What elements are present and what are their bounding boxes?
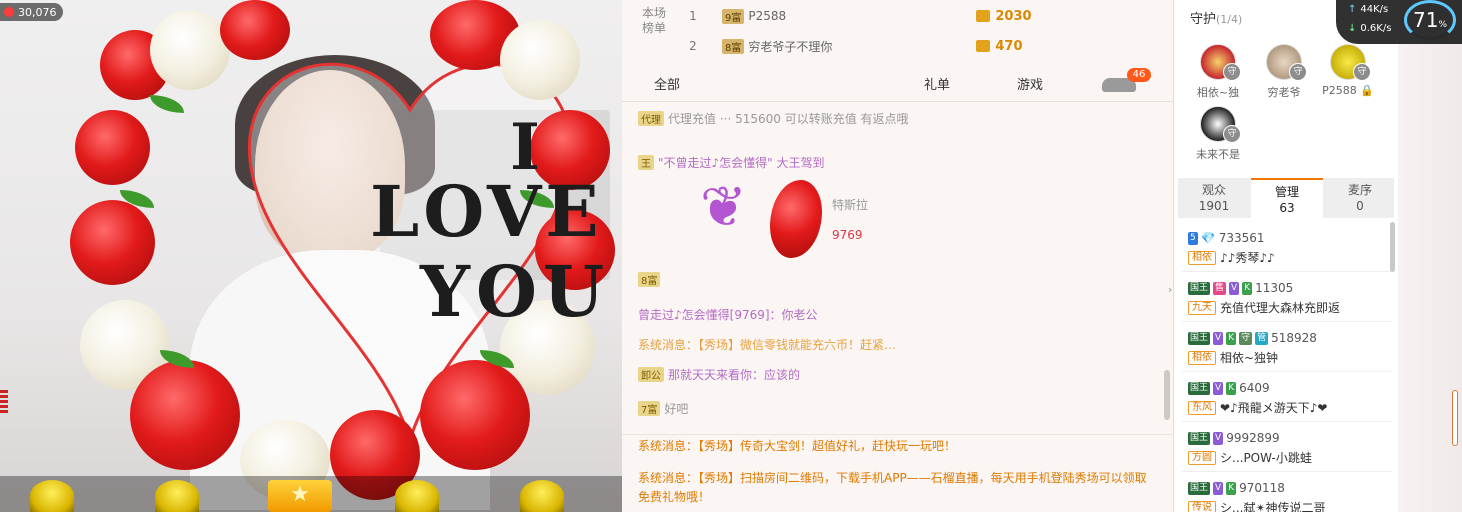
car-count-badge: 46 <box>1127 68 1151 82</box>
guard-name: 穷老爷 <box>1267 86 1301 99</box>
tab-all[interactable]: 全部 <box>654 74 680 93</box>
guard-title: 守护 <box>1190 12 1217 27</box>
page-scrollbar[interactable] <box>1452 390 1458 446</box>
upload-speed: 44K/s <box>1360 4 1389 15</box>
avatar <box>1200 44 1241 81</box>
butterfly-decoration: ❦ <box>700 175 747 240</box>
chat-message: 特斯拉 <box>832 198 869 212</box>
rank-title: 本场榜单 <box>642 6 667 35</box>
chat-scrollbar[interactable] <box>1164 370 1170 420</box>
chat-message: 代理 代理充值 ··· 515600 可以转账充值 有返点哦 <box>638 110 909 127</box>
chat-tabs: 全部 礼单 游戏 46 <box>622 66 1174 102</box>
gift-bar <box>0 476 622 512</box>
chat-panel: 本场榜单 1 9富 P2588 2030 2 8富 穷老爷子不理你 470 全部… <box>622 0 1174 512</box>
contribution-rank: 本场榜单 1 9富 P2588 2030 2 8富 穷老爷子不理你 470 <box>622 0 1174 66</box>
avatar <box>1330 44 1371 81</box>
diamond-icon: 💎 <box>1200 231 1216 245</box>
rank-name: P2588 <box>748 9 787 23</box>
lock-icon: 🔒 <box>1356 84 1374 97</box>
rank-number: 2 <box>689 39 697 53</box>
gift-face-icon[interactable] <box>155 480 199 512</box>
tab-gift-list[interactable]: 礼单 <box>924 74 950 93</box>
list-item[interactable]: 国王 V 9992899 方圆 シ...POW-小跳蛙 <box>1182 424 1392 472</box>
guard-name: 未来不是 <box>1196 148 1240 161</box>
rose-decoration <box>70 200 155 285</box>
download-speed: 0.6K/s <box>1360 23 1392 34</box>
tab-mic-queue[interactable]: 麦序 0 <box>1324 178 1396 218</box>
rose-decoration <box>150 10 230 90</box>
coin-icon <box>976 10 991 22</box>
list-item[interactable]: 国王售 V K 11305 九天 充值代理大森林充即返 <box>1182 274 1392 322</box>
download-arrow-icon: ↓ <box>1348 23 1357 34</box>
rank-row[interactable]: 1 9富 P2588 2030 <box>682 6 1162 26</box>
guard-count: (1/4) <box>1216 13 1243 26</box>
viewer-count: 30,076 <box>18 5 57 19</box>
side-panel: 守护(1/4) 相依~独 穷老爷 P2588 🔒 未来不是 观众1901 管理6… <box>1174 0 1398 512</box>
volume-indicator[interactable] <box>0 390 8 450</box>
coin-icon <box>976 40 991 52</box>
avatar <box>1200 106 1241 143</box>
system-messages: 系统消息：【秀场】传奇大宝剑！超值好礼，赶快玩一玩吧！ 系统消息：【秀场】扫描房… <box>622 434 1174 512</box>
chat-message: 卸公 那就天天来看你：应该的 <box>638 366 800 383</box>
guard-name: 相依~独 <box>1196 86 1240 99</box>
list-item[interactable]: 国王 V K 守管 518928 相依 相依~独钟 <box>1182 324 1392 372</box>
audience-scrollbar[interactable] <box>1390 222 1395 272</box>
rank-name: 穷老爷子不理你 <box>748 39 833 54</box>
tab-admin[interactable]: 管理 63 <box>1251 178 1323 218</box>
gift-face-icon[interactable] <box>395 480 439 512</box>
rose-decoration <box>220 0 290 60</box>
guard-member[interactable]: 穷老爷 <box>1254 44 1314 100</box>
gift-star-icon[interactable] <box>268 480 332 512</box>
overlay-line-2: LOVE <box>370 170 603 253</box>
rank-value: 470 <box>995 38 1023 54</box>
rank-number: 1 <box>689 9 697 23</box>
rank-row[interactable]: 2 8富 穷老爷子不理你 470 <box>682 36 1162 56</box>
audience-list: 5 💎 733561 相依 ♪♪秀琴♪♪ 国王售 V K 11305 九天 充值代理大森林充即… <box>1182 224 1392 512</box>
gift-face-icon[interactable] <box>30 480 74 512</box>
rose-decoration <box>75 110 150 185</box>
chat-message: 9769 <box>832 228 863 242</box>
wealth-level-badge: 9富 <box>722 8 745 24</box>
guard-member[interactable]: 未来不是 <box>1188 106 1248 162</box>
rose-decoration <box>500 20 580 100</box>
list-item[interactable]: 国王 V K 970118 传说 シ...弑✴神传说二哥 <box>1182 474 1392 512</box>
tab-game[interactable]: 游戏 <box>1017 74 1043 93</box>
viewer-count-badge: 30,076 <box>0 3 63 21</box>
guard-name: P2588 <box>1322 84 1357 97</box>
rank-value: 2030 <box>995 8 1032 24</box>
gift-face-icon[interactable] <box>520 480 564 512</box>
tab-audience[interactable]: 观众 1901 <box>1178 178 1250 218</box>
leaf-decoration <box>150 95 184 113</box>
overlay-line-3: YOU <box>420 250 610 333</box>
chat-message: 曾走过♪怎会懂得[9769]：你老公 <box>638 308 818 322</box>
chat-message: 8富 <box>638 272 664 287</box>
audience-tabs: 观众 1901 管理 63 麦序 0 <box>1178 178 1394 218</box>
wealth-level-badge: 8富 <box>722 38 745 54</box>
network-speed-widget[interactable]: ↑ 44K/s ↓ 0.6K/s 71% <box>1336 0 1462 44</box>
memory-gauge: 71% <box>1404 0 1456 40</box>
avatar <box>1266 44 1307 81</box>
guard-member[interactable]: 相依~独 <box>1188 44 1248 100</box>
list-item[interactable]: 国王 V K 6409 东风 ❤♪飛龍メ游天下♪❤ <box>1182 374 1392 422</box>
fire-icon <box>4 7 14 17</box>
collapse-arrow-icon[interactable]: › <box>1168 283 1178 299</box>
system-message: 系统消息：【秀场】传奇大宝剑！超值好礼，赶快玩一玩吧！ <box>638 439 957 453</box>
chat-message: 系统消息：【秀场】微信零钱就能充六币！赶紧… <box>638 338 897 352</box>
chat-message: 王 "不曾走过♪怎会懂得" 大王驾到 <box>638 154 825 171</box>
chat-message: 7富 好吧 <box>638 400 688 417</box>
rose-decoration <box>130 360 240 470</box>
system-message: 系统消息：【秀场】扫描房间二维码，下载手机APP——石榴直播，每天用手机登陆秀场… <box>638 471 1147 504</box>
chat-messages: 代理 代理充值 ··· 515600 可以转账充值 有返点哦 王 "不曾走过♪怎会懂… <box>622 104 1162 434</box>
upload-arrow-icon: ↑ <box>1348 4 1357 15</box>
rose-decoration <box>420 360 530 470</box>
guard-member[interactable]: P2588 🔒 <box>1318 44 1378 97</box>
guard-header: 守护(1/4) <box>1190 8 1242 27</box>
list-item[interactable]: 5 💎 733561 相依 ♪♪秀琴♪♪ <box>1182 224 1392 272</box>
